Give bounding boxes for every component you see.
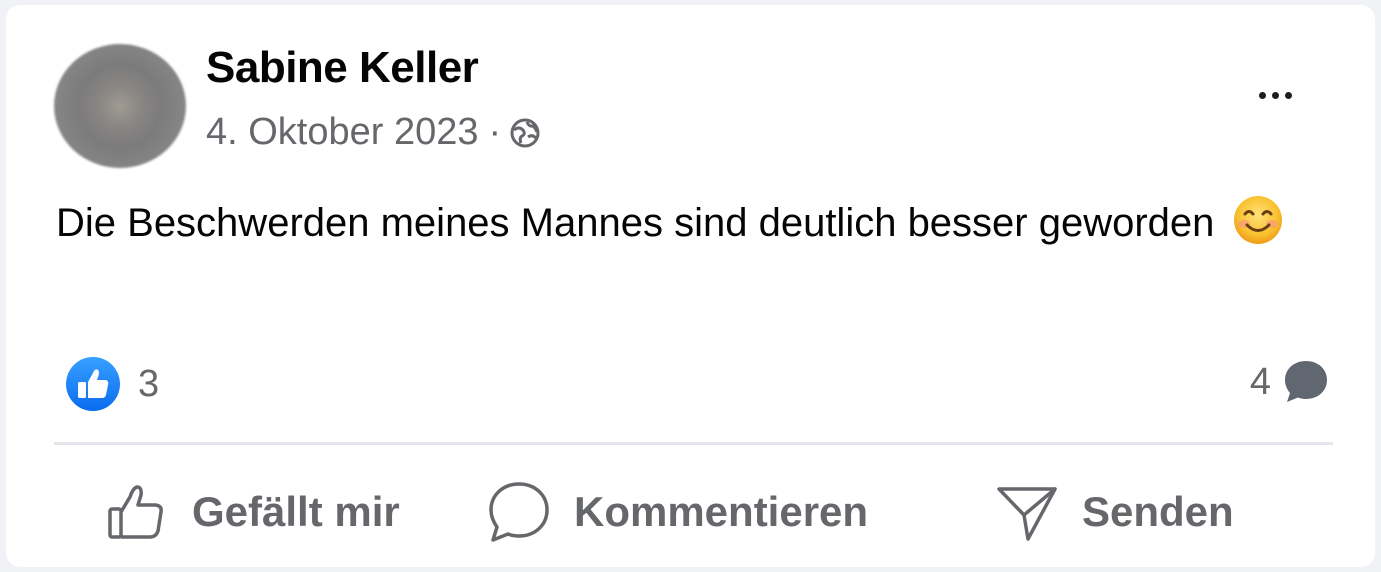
meta-separator: · xyxy=(488,111,502,153)
comment-bubble-icon xyxy=(1285,361,1327,402)
comment-button[interactable]: Kommentieren xyxy=(486,467,868,557)
public-globe-icon[interactable] xyxy=(509,117,541,149)
post-date[interactable]: 4. Oktober 2023 xyxy=(206,111,479,154)
reaction-count: 3 xyxy=(138,362,160,405)
comment-label: Kommentieren xyxy=(574,488,869,535)
more-dot xyxy=(1284,91,1292,99)
comment-count-value: 4 xyxy=(1249,360,1271,403)
reactions-summary[interactable]: 3 xyxy=(64,355,159,413)
like-label: Gefällt mir xyxy=(192,488,400,535)
comments-count[interactable]: 4 xyxy=(1250,357,1331,407)
divider xyxy=(54,442,1333,445)
post-text: Die Beschwerden meines Mannes sind deutl… xyxy=(56,191,1286,255)
more-dot xyxy=(1258,91,1266,99)
thumbs-up-icon xyxy=(108,485,163,539)
comment-icon xyxy=(489,482,549,542)
post-card: Sabine Keller 4. Oktober 2023 · Die Besc… xyxy=(6,5,1375,567)
like-button[interactable]: Gefällt mir xyxy=(104,467,400,557)
avatar[interactable] xyxy=(54,44,186,168)
like-reaction-icon xyxy=(66,357,120,411)
post-meta: 4. Oktober 2023 · xyxy=(206,111,541,154)
more-options-button[interactable] xyxy=(1245,75,1305,115)
action-bar: Gefällt mir Kommentieren Senden xyxy=(54,467,1333,557)
post-text-body: Die Beschwerden meines Mannes sind deutl… xyxy=(56,201,1215,245)
author-name[interactable]: Sabine Keller xyxy=(206,43,479,93)
send-button[interactable]: Senden xyxy=(994,467,1234,557)
send-label: Senden xyxy=(1082,488,1234,535)
smiling-face-icon xyxy=(1233,196,1282,245)
send-icon xyxy=(997,487,1057,541)
more-dot xyxy=(1271,91,1279,99)
